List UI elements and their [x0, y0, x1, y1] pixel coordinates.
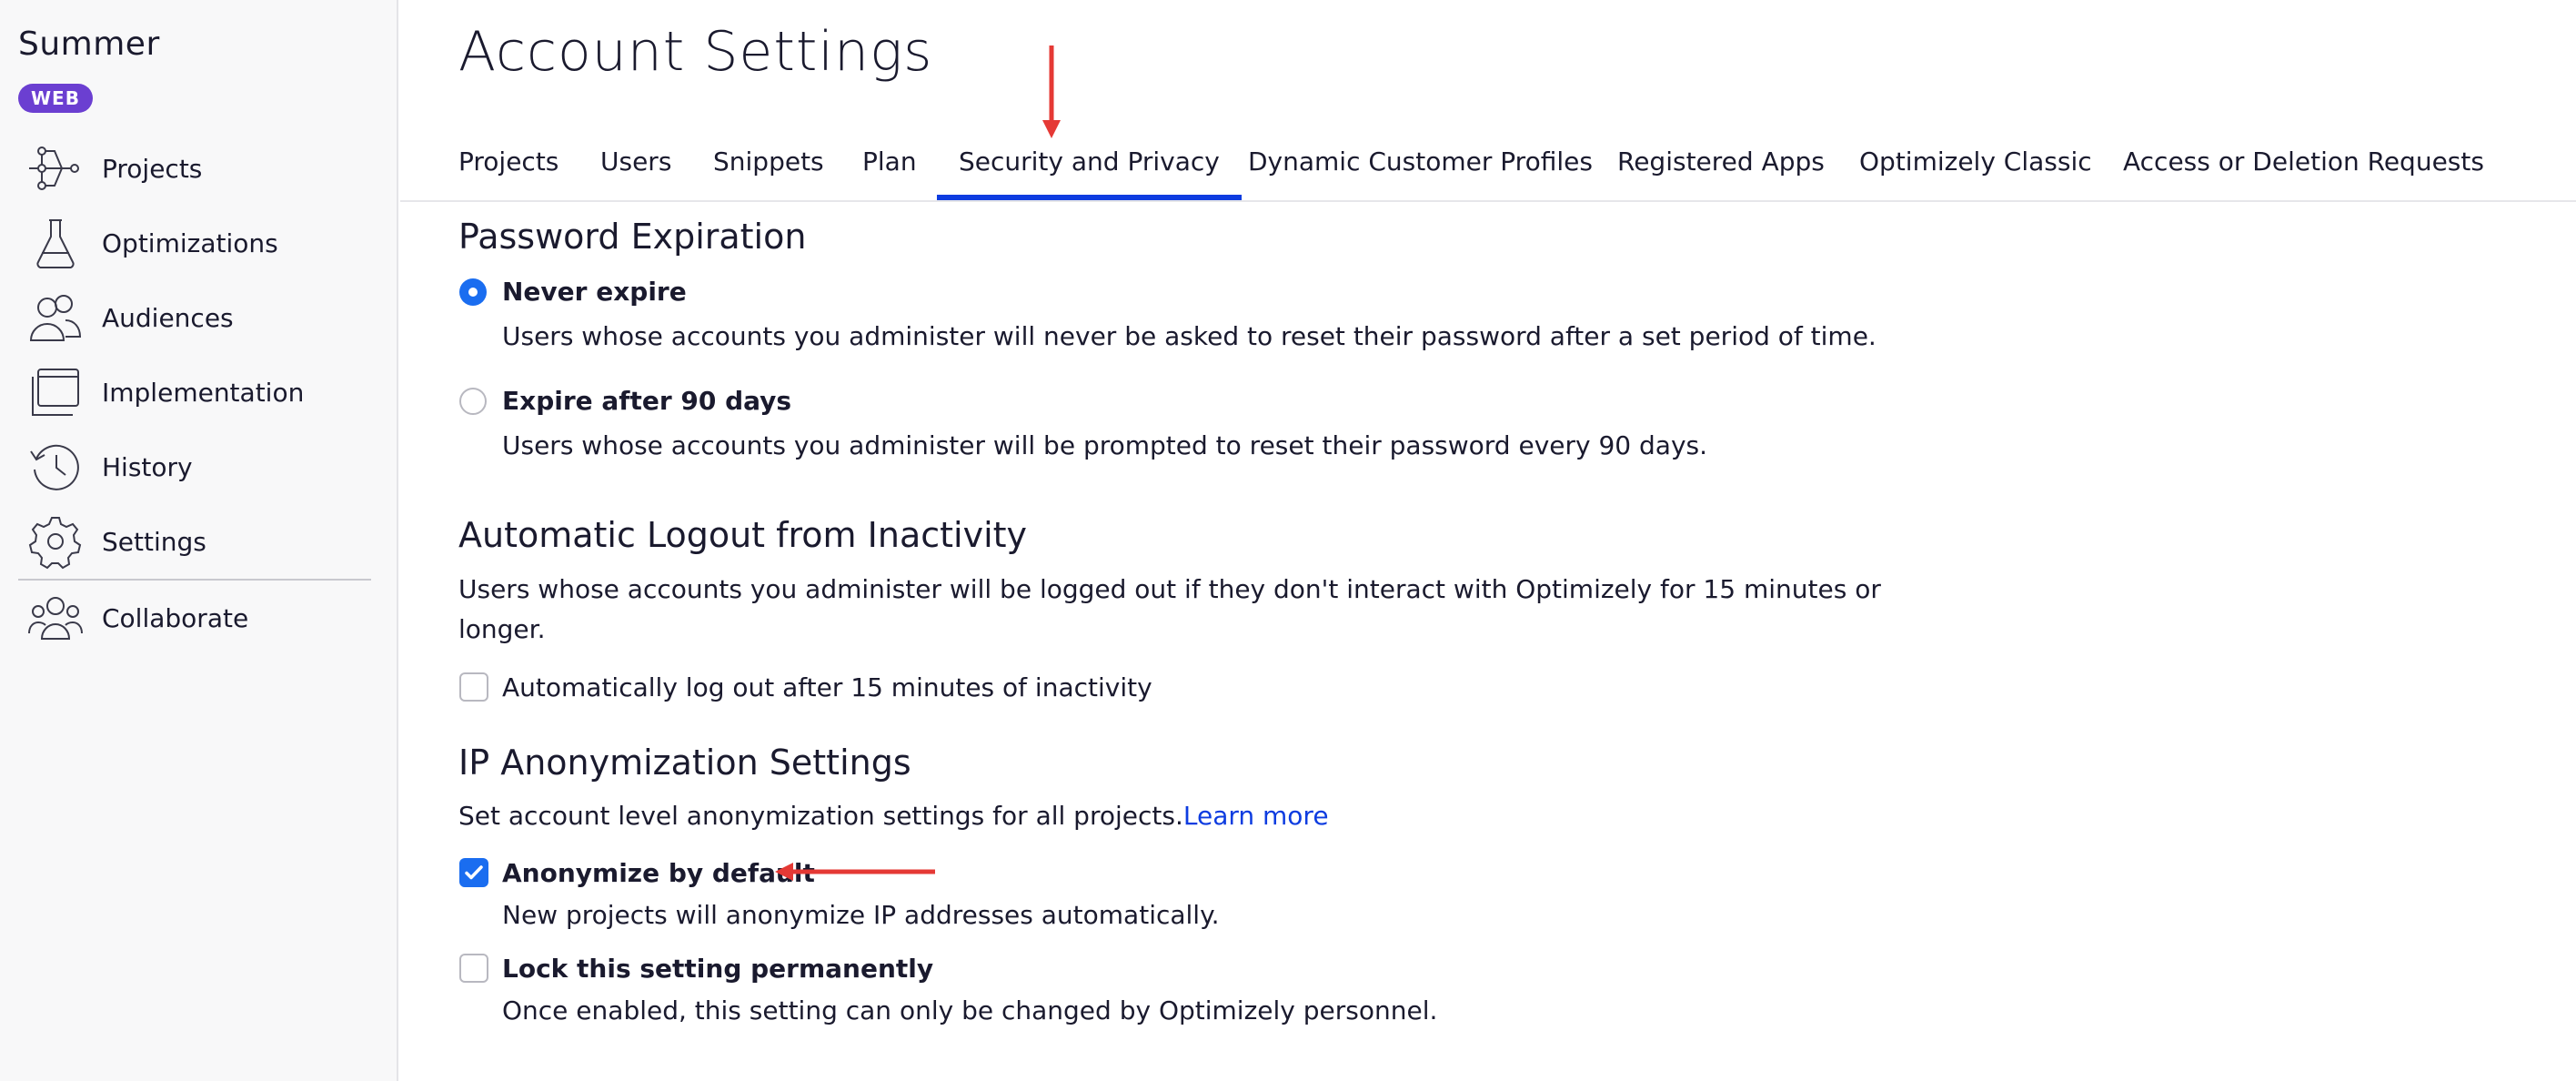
- lock-setting-label[interactable]: Lock this setting permanently: [502, 949, 933, 989]
- learn-more-link[interactable]: Learn more: [1183, 801, 1329, 831]
- project-name[interactable]: Summer: [18, 25, 160, 63]
- sidebar-item-label: Collaborate: [102, 602, 249, 633]
- tab-plan[interactable]: Plan: [862, 136, 917, 200]
- sidebar-item-label: Audiences: [102, 302, 234, 333]
- expire-90-days-description: Users whose accounts you administer will…: [502, 430, 1707, 460]
- lock-setting-description: Once enabled, this setting can only be c…: [502, 995, 1438, 1025]
- auto-logout-description-line1: Users whose accounts you administer will…: [458, 574, 1881, 604]
- never-expire-description: Users whose accounts you administer will…: [502, 321, 1877, 351]
- tab-registered-apps[interactable]: Registered Apps: [1617, 136, 1825, 200]
- tab-users[interactable]: Users: [600, 136, 671, 200]
- projects-icon: [27, 140, 84, 197]
- auto-logout-heading: Automatic Logout from Inactivity: [458, 515, 1028, 555]
- page-title: Account Settings: [458, 20, 933, 84]
- sidebar-item-label: Settings: [102, 526, 206, 557]
- audiences-icon: [27, 289, 84, 346]
- tab-snippets[interactable]: Snippets: [713, 136, 824, 200]
- annotation-arrow-down: [1042, 45, 1061, 138]
- anonymize-by-default-label[interactable]: Anonymize by default: [502, 854, 815, 894]
- sidebar-item-label: Implementation: [102, 377, 305, 408]
- implementation-icon: [27, 364, 84, 420]
- gear-icon: [27, 513, 84, 570]
- never-expire-label[interactable]: Never expire: [502, 272, 687, 312]
- platform-badge: WEB: [18, 84, 93, 113]
- sidebar-item-label: History: [102, 451, 193, 482]
- anonymize-by-default-checkbox[interactable]: [459, 858, 488, 887]
- tab-security-and-privacy[interactable]: Security and Privacy: [937, 136, 1242, 200]
- sidebar-divider: [18, 579, 371, 581]
- sidebar-item-projects[interactable]: Projects: [27, 136, 382, 200]
- sidebar-item-label: Optimizations: [102, 227, 278, 258]
- sidebar-item-implementation[interactable]: Implementation: [27, 360, 382, 424]
- lock-setting-checkbox[interactable]: [459, 954, 488, 983]
- tab-optimizely-classic[interactable]: Optimizely Classic: [1859, 136, 2092, 200]
- ip-anonymization-heading: IP Anonymization Settings: [458, 743, 911, 783]
- sidebar-item-collaborate[interactable]: Collaborate: [27, 586, 382, 650]
- collaborate-icon: [27, 590, 84, 646]
- auto-logout-description-line2: longer.: [458, 614, 546, 644]
- tab-dynamic-customer-profiles[interactable]: Dynamic Customer Profiles: [1248, 136, 1593, 200]
- history-icon: [27, 439, 84, 495]
- ip-anonymization-description-text: Set account level anonymization settings…: [458, 801, 1183, 831]
- annotation-arrow-left: [775, 863, 935, 881]
- settings-tabs: Projects Users Snippets Plan Security an…: [400, 136, 2576, 202]
- sidebar-item-audiences[interactable]: Audiences: [27, 286, 382, 349]
- checkmark-icon: [465, 865, 483, 880]
- flask-icon: [27, 215, 84, 271]
- sidebar-item-history[interactable]: History: [27, 435, 382, 499]
- auto-logout-checkbox[interactable]: [459, 672, 488, 702]
- tab-projects[interactable]: Projects: [458, 136, 558, 200]
- auto-logout-checkbox-label[interactable]: Automatically log out after 15 minutes o…: [502, 668, 1152, 708]
- anonymize-by-default-description: New projects will anonymize IP addresses…: [502, 900, 1220, 930]
- password-expiration-heading: Password Expiration: [458, 217, 807, 257]
- expire-90-days-label[interactable]: Expire after 90 days: [502, 381, 791, 421]
- sidebar: Summer WEB Projects Optimizations Audien…: [0, 0, 398, 1081]
- expire-90-days-radio[interactable]: [459, 388, 487, 415]
- sidebar-item-settings[interactable]: Settings: [27, 510, 382, 573]
- never-expire-radio[interactable]: [459, 278, 487, 306]
- ip-anonymization-description: Set account level anonymization settings…: [458, 796, 1329, 836]
- tab-access-or-deletion-requests[interactable]: Access or Deletion Requests: [2123, 136, 2484, 200]
- sidebar-item-optimizations[interactable]: Optimizations: [27, 211, 382, 275]
- sidebar-item-label: Projects: [102, 153, 203, 184]
